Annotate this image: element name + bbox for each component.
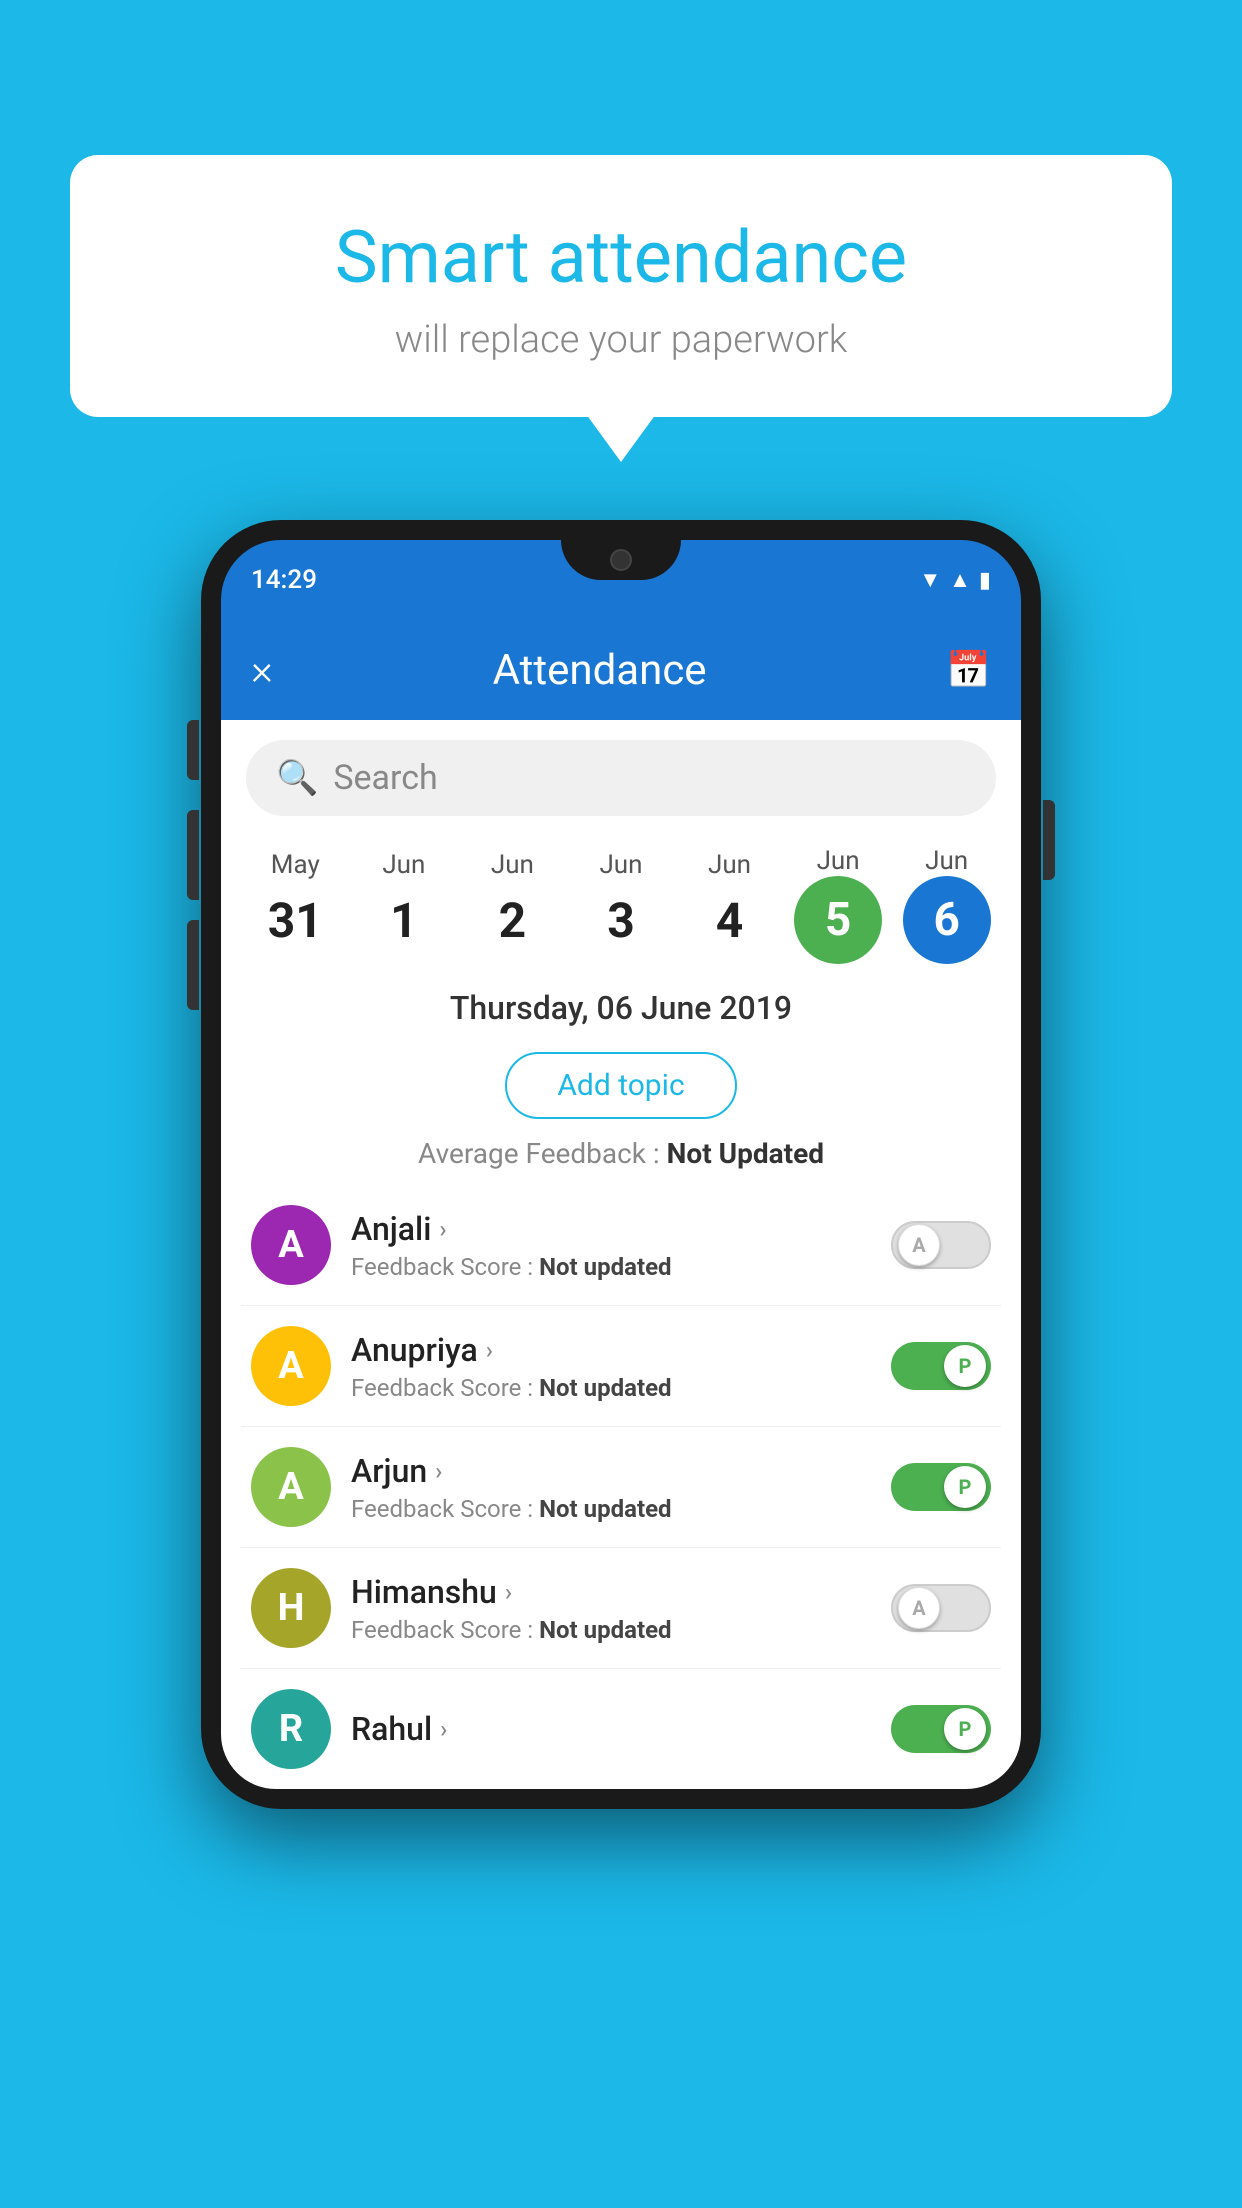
month-label: Jun: [599, 850, 642, 880]
date-number: 2: [467, 880, 557, 961]
front-camera: [610, 549, 632, 571]
volume-up-button: [187, 810, 199, 900]
attendance-toggle[interactable]: A: [891, 1584, 991, 1632]
student-feedback: Feedback Score : Not updated: [351, 1253, 871, 1281]
add-topic-button[interactable]: Add topic: [505, 1052, 736, 1119]
toggle-knob: A: [898, 1224, 940, 1266]
attendance-toggle[interactable]: P: [891, 1705, 991, 1753]
student-item[interactable]: H Himanshu › Feedback Score : Not update…: [241, 1548, 1001, 1669]
time-display: 14:29: [251, 565, 317, 595]
student-info: Anjali › Feedback Score : Not updated: [351, 1210, 871, 1281]
student-feedback: Feedback Score : Not updated: [351, 1374, 871, 1402]
chevron-right-icon: ›: [505, 1578, 512, 1606]
search-icon: 🔍: [276, 758, 318, 798]
app-screen: × Attendance 📅 🔍 Search May 31 Jun: [221, 620, 1021, 1789]
phone-wrapper: 14:29 ▼ ▲ ▮ × Attendance 📅 🔍 Search: [201, 520, 1041, 1809]
date-col-may31[interactable]: May 31: [250, 850, 340, 961]
avg-feedback-value: Not Updated: [667, 1137, 824, 1170]
date-col-jun6[interactable]: Jun 6: [902, 846, 992, 964]
toggle-knob: P: [944, 1708, 986, 1750]
date-circle-selected-green: 5: [794, 876, 882, 964]
date-number: 3: [576, 880, 666, 961]
student-info: Rahul ›: [351, 1710, 871, 1748]
student-item[interactable]: A Arjun › Feedback Score : Not updated P: [241, 1427, 1001, 1548]
month-label: Jun: [925, 846, 968, 876]
calendar-button[interactable]: 📅: [946, 649, 991, 691]
add-topic-label: Add topic: [557, 1068, 684, 1103]
chevron-right-icon: ›: [439, 1215, 446, 1243]
student-feedback: Feedback Score : Not updated: [351, 1495, 871, 1523]
date-info: Thursday, 06 June 2019: [221, 964, 1021, 1032]
student-name: Himanshu ›: [351, 1573, 871, 1611]
date-number: 4: [685, 880, 775, 961]
avatar: A: [251, 1447, 331, 1527]
app-header: × Attendance 📅: [221, 620, 1021, 720]
student-list: A Anjali › Feedback Score : Not updated …: [221, 1185, 1021, 1789]
app-title: Attendance: [253, 646, 946, 695]
student-name: Anupriya ›: [351, 1331, 871, 1369]
chevron-right-icon: ›: [435, 1457, 442, 1485]
month-row: May 31 Jun 1 Jun 2 Jun 3: [241, 846, 1001, 964]
chevron-right-icon: ›: [486, 1336, 493, 1364]
average-feedback: Average Feedback : Not Updated: [221, 1137, 1021, 1170]
student-info: Himanshu › Feedback Score : Not updated: [351, 1573, 871, 1644]
avatar: R: [251, 1689, 331, 1769]
phone-outer: 14:29 ▼ ▲ ▮ × Attendance 📅 🔍 Search: [201, 520, 1041, 1809]
attendance-toggle[interactable]: A: [891, 1221, 991, 1269]
date-picker: May 31 Jun 1 Jun 2 Jun 3: [221, 836, 1021, 964]
month-label: Jun: [708, 850, 751, 880]
student-item[interactable]: R Rahul › P: [241, 1669, 1001, 1789]
toggle-knob: A: [898, 1587, 940, 1629]
bubble-title: Smart attendance: [130, 215, 1112, 300]
student-name: Anjali ›: [351, 1210, 871, 1248]
date-col-jun4[interactable]: Jun 4: [685, 850, 775, 961]
volume-silent-button: [187, 720, 199, 780]
month-label: May: [271, 850, 320, 880]
date-number: 31: [250, 880, 340, 961]
search-bar[interactable]: 🔍 Search: [246, 740, 996, 816]
student-info: Anupriya › Feedback Score : Not updated: [351, 1331, 871, 1402]
student-feedback: Feedback Score : Not updated: [351, 1616, 871, 1644]
power-button: [1043, 800, 1055, 880]
date-circle-selected-blue: 6: [903, 876, 991, 964]
date-col-jun2[interactable]: Jun 2: [467, 850, 557, 961]
status-icons: ▼ ▲ ▮: [919, 567, 991, 593]
student-item[interactable]: A Anupriya › Feedback Score : Not update…: [241, 1306, 1001, 1427]
date-number: 1: [359, 880, 449, 961]
month-label: Jun: [817, 846, 860, 876]
date-col-jun3[interactable]: Jun 3: [576, 850, 666, 961]
student-info: Arjun › Feedback Score : Not updated: [351, 1452, 871, 1523]
student-item[interactable]: A Anjali › Feedback Score : Not updated …: [241, 1185, 1001, 1306]
date-col-jun1[interactable]: Jun 1: [359, 850, 449, 961]
avg-feedback-label: Average Feedback :: [418, 1137, 660, 1170]
toggle-knob: P: [944, 1345, 986, 1387]
attendance-toggle[interactable]: P: [891, 1463, 991, 1511]
selected-date-label: Thursday, 06 June 2019: [450, 989, 792, 1027]
volume-down-button: [187, 920, 199, 1010]
student-name: Arjun ›: [351, 1452, 871, 1490]
search-placeholder: Search: [333, 758, 437, 798]
battery-icon: ▮: [979, 568, 991, 593]
speech-bubble: Smart attendance will replace your paper…: [70, 155, 1172, 417]
attendance-toggle[interactable]: P: [891, 1342, 991, 1390]
date-col-jun5[interactable]: Jun 5: [793, 846, 883, 964]
speech-bubble-wrapper: Smart attendance will replace your paper…: [70, 155, 1172, 417]
avatar: A: [251, 1205, 331, 1285]
chevron-right-icon: ›: [440, 1715, 447, 1743]
avatar: H: [251, 1568, 331, 1648]
status-bar: 14:29 ▼ ▲ ▮: [221, 540, 1021, 620]
month-label: Jun: [491, 850, 534, 880]
camera-notch: [561, 540, 681, 580]
bubble-subtitle: will replace your paperwork: [130, 318, 1112, 362]
toggle-knob: P: [944, 1466, 986, 1508]
signal-icon: ▲: [949, 567, 971, 593]
avatar: A: [251, 1326, 331, 1406]
wifi-icon: ▼: [919, 567, 941, 593]
month-label: Jun: [382, 850, 425, 880]
student-name: Rahul ›: [351, 1710, 871, 1748]
